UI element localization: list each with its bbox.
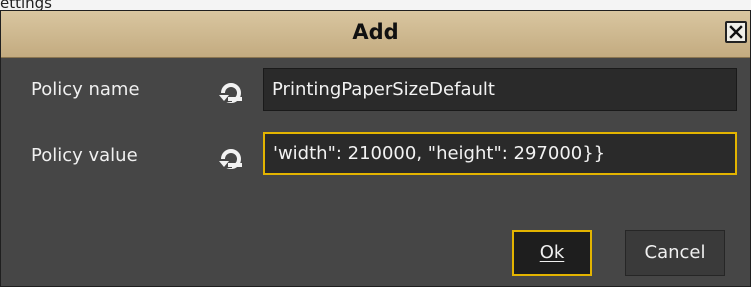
ok-button-label: Ok [539,242,565,263]
close-button[interactable] [725,21,747,43]
policy-name-label: Policy name [31,79,140,100]
ok-button[interactable]: Ok [512,230,592,276]
dialog-title: Add [352,20,399,44]
cancel-button[interactable]: Cancel [625,230,725,276]
policy-name-reset-button[interactable] [217,80,245,104]
policy-value-reset-button[interactable] [217,146,245,170]
policy-name-field[interactable]: PrintingPaperSizeDefault [263,68,737,111]
reset-icon [219,83,242,103]
policy-value-label: Policy value [31,145,138,166]
reset-icon [219,149,242,169]
cancel-button-label: Cancel [644,242,706,263]
policy-value-field[interactable]: 'width": 210000, "height": 297000}} [263,132,737,175]
add-policy-dialog: Add Policy name PrintingPaperSizeDefault… [0,10,751,287]
close-icon [729,25,743,39]
dialog-titlebar[interactable]: Add [1,11,750,58]
